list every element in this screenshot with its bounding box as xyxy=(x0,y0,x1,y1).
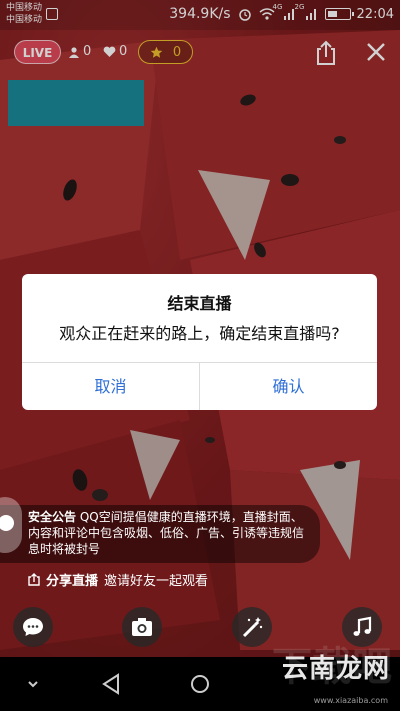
share-hint-bold: 分享直播 xyxy=(46,574,99,589)
share-hint-text: 邀请好友一起观看 xyxy=(104,574,209,589)
dialog-message: 观众正在赶来的路上，确定结束直播吗? xyxy=(59,324,340,343)
comment-button[interactable] xyxy=(13,607,53,647)
notice-tag: 安全公告 xyxy=(28,510,77,524)
nav-back-button[interactable] xyxy=(98,671,124,697)
nav-home-button[interactable] xyxy=(187,671,213,697)
dialog-title: 结束直播 xyxy=(167,294,232,313)
share-live-hint[interactable]: 分享直播 邀请好友一起观看 xyxy=(28,570,208,589)
camera-icon xyxy=(132,618,152,636)
beauty-filter-button[interactable] xyxy=(232,607,272,647)
magic-wand-icon xyxy=(242,617,263,638)
share-small-icon xyxy=(28,573,40,586)
nav-hide-button[interactable] xyxy=(20,671,46,697)
chevron-down-icon xyxy=(28,681,38,688)
camera-button[interactable] xyxy=(122,607,162,647)
end-live-dialog: 结束直播 观众正在赶来的路上，确定结束直播吗? 取消 确认 xyxy=(22,274,377,410)
back-triangle-icon xyxy=(102,673,119,695)
comment-icon xyxy=(23,618,43,636)
cancel-button[interactable]: 取消 xyxy=(22,363,199,410)
watermark-url: www.xiazaiba.com xyxy=(313,696,388,705)
notice-toggle-handle[interactable] xyxy=(0,497,22,553)
confirm-button[interactable]: 确认 xyxy=(200,363,377,410)
safety-notice: 安全公告 QQ空间提倡健康的直播环境，直播封面、内容和评论中包含吸烟、低俗、广告… xyxy=(0,505,320,563)
home-circle-icon xyxy=(191,675,209,693)
watermark: 云南龙网 xyxy=(281,654,390,684)
